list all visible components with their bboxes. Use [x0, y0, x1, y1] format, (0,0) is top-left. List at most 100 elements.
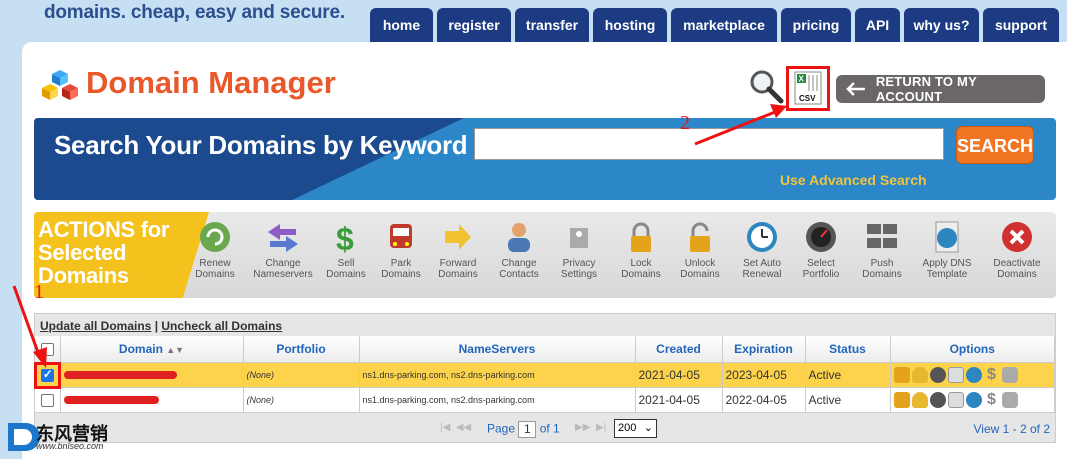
dollar-icon[interactable]: $: [984, 366, 1000, 383]
nav-pricing[interactable]: pricing: [781, 8, 851, 43]
database-icon[interactable]: [1001, 366, 1018, 383]
col-portfolio[interactable]: Portfolio: [243, 336, 360, 363]
action-set-auto-renewal[interactable]: Set Auto Renewal: [731, 220, 793, 280]
nav-home[interactable]: home: [370, 8, 433, 43]
action-park-domains[interactable]: Park Domains: [370, 220, 432, 280]
action-label: Domains: [195, 269, 235, 280]
action-renew-domains[interactable]: Renew Domains: [184, 220, 246, 280]
search-button[interactable]: SEARCH: [956, 126, 1034, 164]
row-status: Active: [805, 362, 891, 388]
action-privacy-settings[interactable]: Privacy Settings: [548, 220, 610, 280]
tagline: domains. cheap, easy and secure.: [44, 2, 345, 23]
action-label: Forward: [439, 258, 477, 269]
search-input[interactable]: [474, 128, 944, 160]
action-label: Push: [870, 258, 894, 269]
actions-title: ACTIONS for Selected Domains: [38, 217, 170, 288]
uncheck-all-link[interactable]: Uncheck all Domains: [161, 319, 282, 333]
col-status[interactable]: Status: [805, 336, 891, 363]
action-label: Sell: [337, 258, 355, 269]
action-label: Renewal: [742, 269, 782, 280]
mail-icon[interactable]: [947, 366, 964, 383]
sort-icon[interactable]: ▲▼: [166, 345, 184, 355]
mail-icon[interactable]: [947, 391, 964, 408]
nav-support[interactable]: support: [983, 8, 1059, 43]
action-unlock-domains[interactable]: Unlock Domains: [669, 220, 731, 280]
action-apply-dns-template[interactable]: Apply DNS Template: [916, 220, 978, 280]
col-nameservers[interactable]: NameServers: [359, 336, 636, 363]
row-options: $: [893, 391, 1052, 408]
redacted-domain[interactable]: [63, 370, 177, 379]
col-options: Options: [890, 336, 1055, 363]
action-change-nameservers[interactable]: Change Nameservers: [252, 220, 314, 280]
row-created: 2021-04-05: [635, 387, 723, 413]
update-all-link[interactable]: Update all Domains: [40, 319, 151, 333]
page-title: Domain Manager: [86, 65, 336, 100]
action-label: Select: [807, 258, 835, 269]
table-row[interactable]: (None) ns1.dns-parking.com, ns2.dns-park…: [35, 362, 1055, 388]
nav-hosting[interactable]: hosting: [593, 8, 667, 43]
nav-register[interactable]: register: [437, 8, 511, 43]
table-row[interactable]: (None) ns1.dns-parking.com, ns2.dns-park…: [35, 387, 1055, 413]
col-created[interactable]: Created: [635, 336, 723, 363]
chevron-down-icon: ⌄: [643, 422, 653, 434]
dollar-icon[interactable]: $: [984, 391, 1000, 408]
globe-icon[interactable]: [965, 391, 982, 408]
row-portfolio: (None): [243, 362, 360, 388]
action-label: Change: [501, 258, 537, 269]
privacy-tag-icon: [570, 228, 588, 248]
search-label: Search Your Domains by Keyword: [54, 130, 468, 160]
magnet-icon[interactable]: [929, 391, 946, 408]
per-page-select[interactable]: 200 ⌄: [614, 419, 657, 438]
advanced-search-link[interactable]: Use Advanced Search: [780, 172, 927, 188]
magnifier-icon[interactable]: [748, 68, 784, 104]
select-all-checkbox[interactable]: [40, 342, 54, 356]
lock-icon[interactable]: [893, 391, 910, 408]
action-deactivate-domains[interactable]: Deactivate Domains: [986, 220, 1048, 280]
action-label: Deactivate: [993, 258, 1041, 269]
return-to-account-button[interactable]: RETURN TO MY ACCOUNT: [836, 74, 1045, 104]
action-label: Change: [265, 258, 301, 269]
action-select-portfolio[interactable]: Select Portfolio: [790, 220, 852, 280]
action-sell-domains[interactable]: $ Sell Domains: [315, 220, 377, 280]
renew-icon: [200, 222, 230, 252]
deactivate-icon: [1002, 222, 1032, 252]
action-forward-domains[interactable]: Forward Domains: [427, 220, 489, 280]
redacted-domain[interactable]: [63, 395, 159, 404]
database-icon[interactable]: [1001, 391, 1018, 408]
action-push-domains[interactable]: Push Domains: [851, 220, 913, 280]
action-label: Nameservers: [253, 269, 313, 280]
lock-icon[interactable]: [893, 366, 910, 383]
nav-transfer[interactable]: transfer: [515, 8, 589, 43]
action-label: Set Auto: [743, 258, 781, 269]
annotation-box-checkbox: [34, 362, 61, 389]
servers-icon: [867, 224, 897, 248]
next-last-icons[interactable]: ▶▶ ▶|: [575, 422, 606, 433]
magnet-icon[interactable]: [929, 366, 946, 383]
csv-export-button[interactable]: X CSV: [786, 66, 830, 111]
page-input[interactable]: 1: [518, 421, 537, 438]
nav-why-us[interactable]: why us?: [904, 8, 979, 43]
action-change-contacts[interactable]: Change Contacts: [488, 220, 550, 280]
nav-marketplace[interactable]: marketplace: [671, 8, 777, 43]
csv-label: CSV: [799, 94, 816, 103]
action-label: Apply DNS: [922, 258, 972, 269]
watermark-url: www.bnlseo.com: [36, 441, 104, 451]
nav-api[interactable]: API: [855, 8, 900, 43]
row-created: 2021-04-05: [635, 362, 723, 388]
action-label: Template: [926, 269, 968, 280]
col-domain[interactable]: Domain ▲▼: [60, 336, 244, 363]
row-checkbox[interactable]: [40, 393, 54, 407]
action-label: Lock: [630, 258, 652, 269]
row-options: $: [893, 366, 1052, 383]
svg-text:X: X: [799, 75, 805, 84]
col-expiration[interactable]: Expiration: [722, 336, 806, 363]
action-label: Domains: [997, 269, 1037, 280]
first-prev-icons[interactable]: |◀ ◀◀: [440, 422, 471, 433]
contact-icon[interactable]: [911, 366, 928, 383]
action-label: Domains: [326, 269, 366, 280]
row-nameservers: ns1.dns-parking.com, ns2.dns-parking.com: [359, 362, 636, 388]
action-lock-domains[interactable]: Lock Domains: [610, 220, 672, 280]
contact-icon[interactable]: [911, 391, 928, 408]
gauge-icon: [806, 222, 836, 252]
globe-icon[interactable]: [965, 366, 982, 383]
